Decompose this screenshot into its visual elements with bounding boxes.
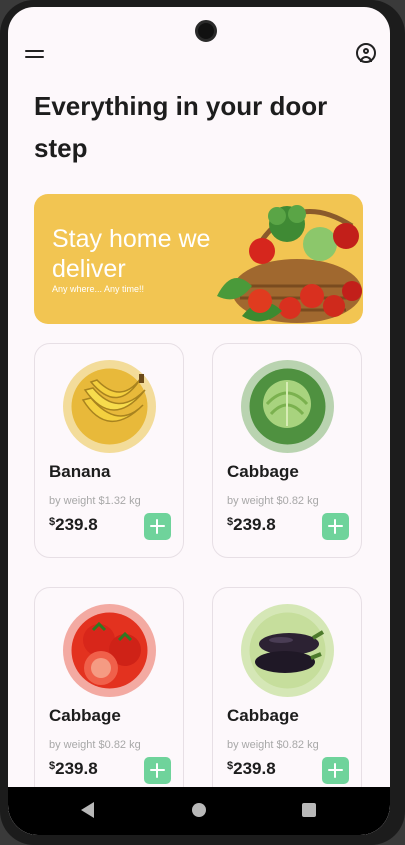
product-weight: by weight $0.82 kg: [227, 495, 319, 507]
promo-banner[interactable]: Stay home we deliver Any where... Any ti…: [34, 194, 363, 324]
add-to-cart-button[interactable]: [144, 513, 171, 540]
debug-badge-icon: [378, 7, 390, 17]
product-weight: by weight $0.82 kg: [227, 739, 319, 751]
hamburger-menu-icon[interactable]: [25, 46, 45, 62]
cabbage-icon: [241, 360, 334, 453]
product-name: Cabbage: [227, 706, 299, 725]
product-weight: by weight $0.82 kg: [49, 739, 141, 751]
phone-frame: Everything in your door step Stay home w…: [0, 0, 405, 845]
system-nav-bar: [8, 787, 390, 835]
product-price: $239.8: [227, 515, 276, 534]
vegetable-basket-icon: [217, 205, 362, 323]
page-title: Everything in your door step: [34, 91, 328, 163]
product-price: $239.8: [49, 759, 98, 778]
product-card[interactable]: Cabbage by weight $0.82 kg $239.8: [212, 587, 362, 802]
product-price: $239.8: [49, 515, 98, 534]
product-card[interactable]: Cabbage by weight $0.82 kg $239.8: [34, 587, 184, 802]
product-name: Banana: [49, 462, 111, 481]
back-triangle-icon[interactable]: [81, 802, 94, 818]
app-screen: Everything in your door step Stay home w…: [8, 7, 390, 835]
product-card[interactable]: Banana by weight $1.32 kg $239.8: [34, 343, 184, 558]
recent-square-icon[interactable]: [302, 803, 316, 817]
product-card[interactable]: Cabbage by weight $0.82 kg $239.8: [212, 343, 362, 558]
user-circle-icon[interactable]: [356, 43, 376, 63]
front-camera: [195, 20, 217, 42]
add-to-cart-button[interactable]: [144, 757, 171, 784]
banner-headline: Stay home we deliver: [52, 225, 211, 283]
product-name: Cabbage: [227, 462, 299, 481]
product-name: Cabbage: [49, 706, 121, 725]
add-to-cart-button[interactable]: [322, 513, 349, 540]
home-circle-icon[interactable]: [192, 803, 206, 817]
product-price: $239.8: [227, 759, 276, 778]
add-to-cart-button[interactable]: [322, 757, 349, 784]
eggplant-icon: [241, 604, 334, 697]
banana-icon: [63, 360, 156, 453]
tomato-icon: [63, 604, 156, 697]
banner-subtitle: Any where... Any time!!: [52, 284, 145, 294]
product-weight: by weight $1.32 kg: [49, 495, 141, 507]
